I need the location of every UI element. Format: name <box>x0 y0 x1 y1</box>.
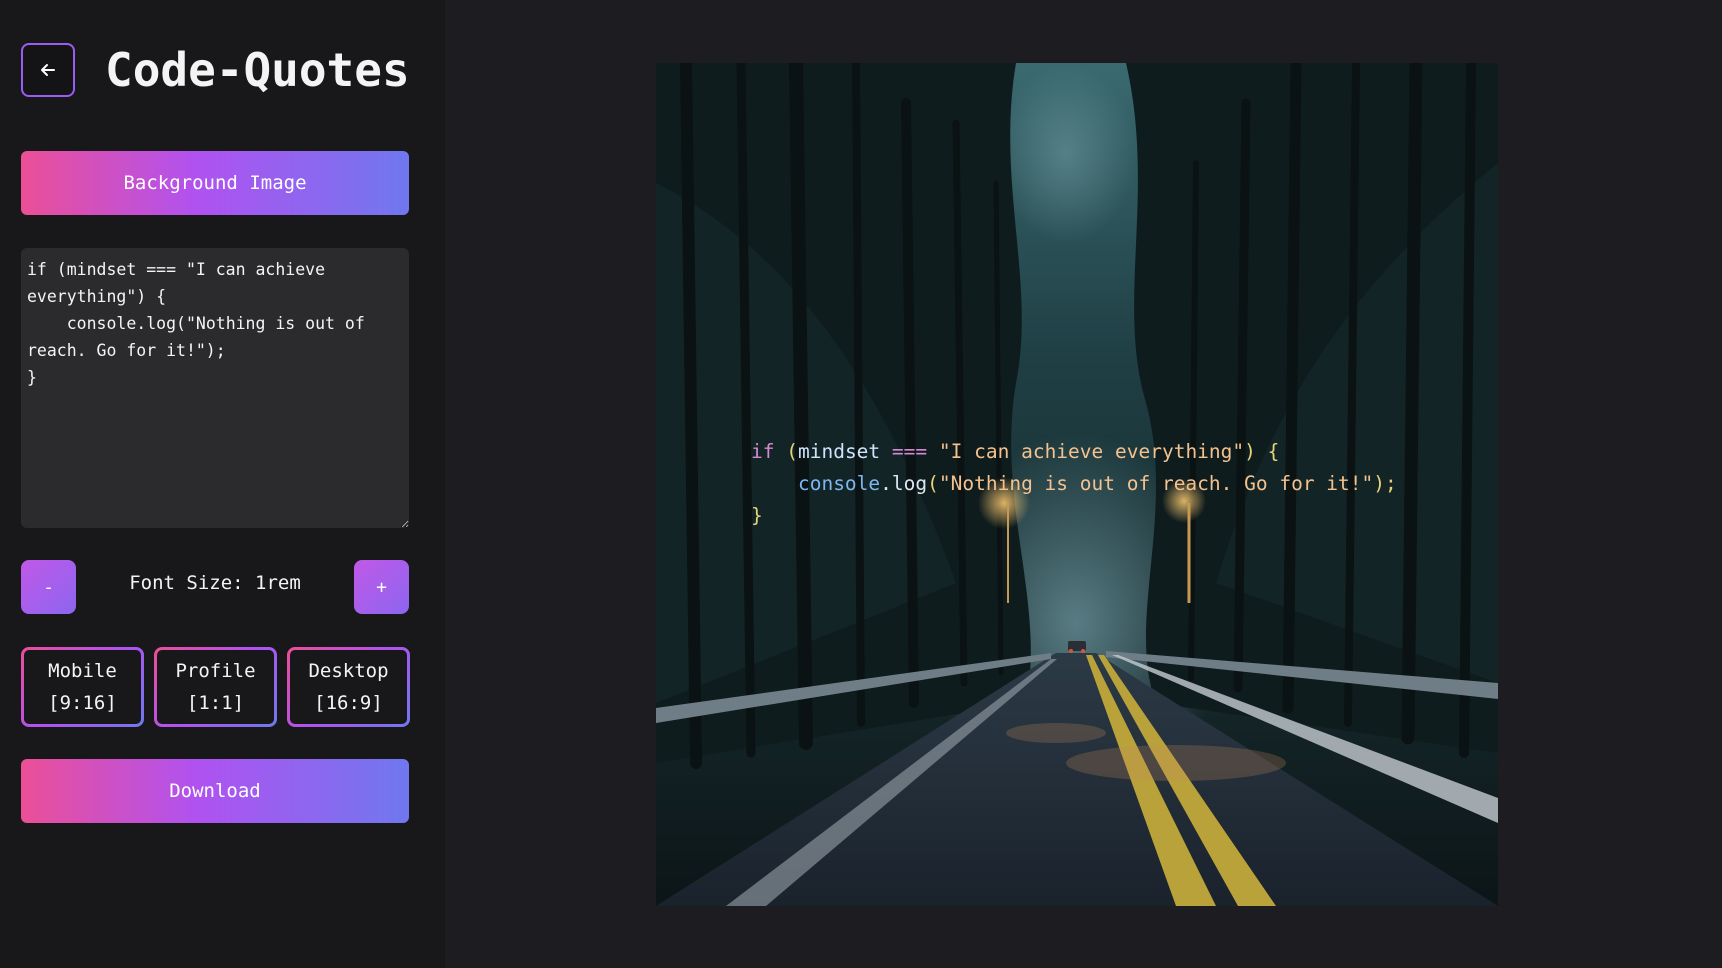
code-token: console <box>797 472 881 495</box>
code-token: } <box>751 504 763 527</box>
code-token: log <box>891 472 928 495</box>
code-token: . <box>880 472 892 495</box>
font-size-decrease-button[interactable]: - <box>21 560 76 614</box>
font-size-label: Font Size: 1rem <box>129 572 301 594</box>
ratio-value: [16:9] <box>314 692 383 714</box>
background-image-button[interactable]: Background Image <box>21 151 409 215</box>
arrow-left-icon <box>41 64 55 76</box>
code-token: ( <box>927 472 939 495</box>
ratio-label: Desktop <box>308 660 389 682</box>
ratio-value: [1:1] <box>186 692 245 714</box>
ratio-value: [9:16] <box>48 692 117 714</box>
code-token: ); <box>1373 472 1397 495</box>
ratio-mobile-button[interactable]: Mobile [9:16] <box>21 647 144 727</box>
ratio-label: Profile <box>175 660 256 682</box>
page-title: Code-Quotes <box>105 43 410 97</box>
quote-preview: if (mindset === "I can achieve everythin… <box>656 63 1498 906</box>
code-token: mindset <box>797 440 881 463</box>
code-input[interactable] <box>21 248 409 528</box>
ratio-label: Mobile <box>48 660 117 682</box>
font-size-increase-button[interactable]: + <box>354 560 409 614</box>
ratio-desktop-button[interactable]: Desktop [16:9] <box>287 647 410 727</box>
code-token: ( <box>786 440 798 463</box>
code-token: "I can achieve everything" <box>938 440 1245 463</box>
code-token: { <box>1267 440 1280 463</box>
download-button[interactable]: Download <box>21 759 409 823</box>
code-token: "Nothing is out of reach. Go for it!" <box>938 472 1374 495</box>
code-token: if <box>751 440 775 463</box>
code-token: ) <box>1244 440 1256 463</box>
code-token: === <box>891 440 928 463</box>
ratio-profile-button[interactable]: Profile [1:1] <box>154 647 277 727</box>
back-button[interactable] <box>21 43 75 97</box>
control-panel: Code-Quotes Background Image - Font Size… <box>0 0 445 968</box>
preview-code: if (mindset === "I can achieve everythin… <box>751 436 1397 532</box>
